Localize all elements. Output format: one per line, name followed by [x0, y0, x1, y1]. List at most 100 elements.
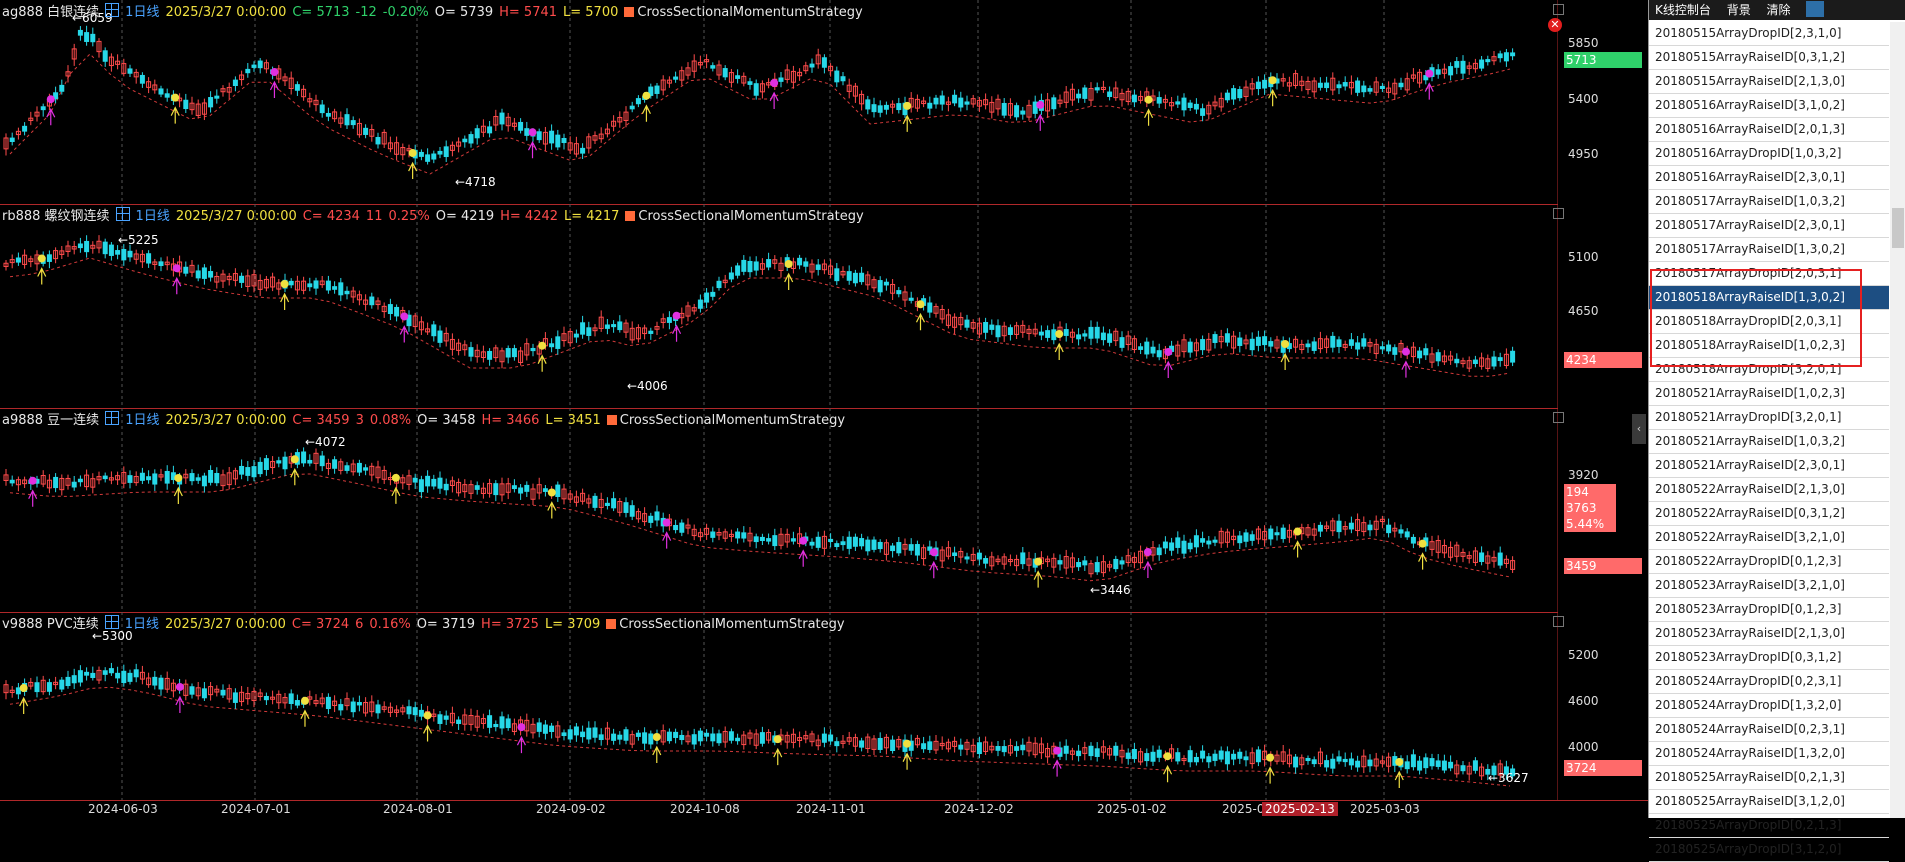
candlestick-chart[interactable]: ←4072 ←3446 [0, 408, 1558, 612]
list-item[interactable]: 20180522ArrayRaiseID[3,2,1,0] [1649, 526, 1889, 550]
list-item[interactable]: 20180522ArrayRaiseID[2,1,3,0] [1649, 478, 1889, 502]
chart-area[interactable]: ←6059 ←4718 ag888 白银连续 1日线 2025/3/27 0:00:0… [0, 0, 1648, 819]
kline-console-panel[interactable]: K线控制台 背景 清除 20180515ArrayDropID[2,3,1,0]… [1648, 0, 1905, 862]
price-axis-ag888[interactable]: 5850 5400 4950 5713 [1562, 0, 1648, 204]
price-axis-rb888[interactable]: 5100 4650 4234 [1562, 204, 1648, 408]
console-title[interactable]: K线控制台 [1655, 3, 1711, 17]
list-item[interactable]: 20180518ArrayRaiseID[1,0,2,3] [1649, 334, 1889, 358]
candle [1479, 55, 1485, 72]
candle [189, 683, 195, 699]
list-item[interactable]: 20180524ArrayDropID[1,3,2,0] [1649, 694, 1889, 718]
period-label[interactable]: 1日线 [125, 413, 159, 428]
change-pct: 0.16% [369, 617, 411, 632]
grid-icon[interactable] [105, 3, 120, 17]
candlestick-chart[interactable]: ←6059←4718 [0, 0, 1558, 204]
candle [115, 471, 121, 485]
candle [685, 730, 691, 745]
candle [939, 546, 945, 568]
list-item[interactable]: 20180523ArrayDropID[0,3,1,2] [1649, 646, 1889, 670]
candle [96, 38, 102, 58]
grid-icon[interactable] [115, 207, 130, 221]
candle [1404, 528, 1410, 540]
candle [865, 733, 871, 753]
list-item[interactable]: 20180517ArrayRaiseID[1,3,0,2] [1649, 238, 1889, 262]
list-item[interactable]: 20180521ArrayRaiseID[1,0,2,3] [1649, 382, 1889, 406]
clear-button[interactable]: 清除 [1767, 3, 1791, 17]
candle [908, 538, 914, 555]
time-axis[interactable]: 2024-06-03 2024-07-01 2024-08-01 2024-09… [0, 800, 1648, 819]
list-item[interactable]: 20180521ArrayDropID[3,2,0,1] [1649, 406, 1889, 430]
list-item[interactable]: 20180525ArrayDropID[3,1,2,0] [1649, 838, 1889, 862]
strategy-name[interactable]: CrossSectionalMomentumStrategy [624, 5, 862, 20]
grid-icon[interactable] [105, 411, 120, 425]
list-item[interactable]: 20180525ArrayRaiseID[3,1,2,0] [1649, 790, 1889, 814]
chart-panel-ag888[interactable]: ←6059 ←4718 ag888 白银连续 1日线 2025/3/27 0:00:0… [0, 0, 1564, 205]
high-value: H= 4242 [500, 209, 559, 224]
list-item[interactable]: 20180515ArrayRaiseID[2,1,3,0] [1649, 70, 1889, 94]
list-item[interactable]: 20180518ArrayRaiseID[1,3,0,2] [1649, 286, 1889, 310]
candle [1293, 753, 1299, 774]
candle [871, 536, 877, 553]
candle [208, 681, 214, 701]
list-item[interactable]: 20180517ArrayDropID[2,0,3,1] [1649, 262, 1889, 286]
signal-marker [1035, 100, 1045, 131]
list-item[interactable]: 20180517ArrayRaiseID[2,3,0,1] [1649, 214, 1889, 238]
candle [1249, 332, 1255, 356]
period-label[interactable]: 1日线 [125, 5, 159, 20]
list-item[interactable]: 20180516ArrayRaiseID[3,1,0,2] [1649, 94, 1889, 118]
candle [1497, 546, 1503, 569]
list-item[interactable]: 20180523ArrayRaiseID[3,2,1,0] [1649, 574, 1889, 598]
candle [499, 711, 505, 735]
candle [1001, 740, 1007, 757]
list-item[interactable]: 20180515ArrayRaiseID[0,3,1,2] [1649, 46, 1889, 70]
list-item[interactable]: 20180516ArrayRaiseID[2,0,1,3] [1649, 118, 1889, 142]
candle [1113, 81, 1119, 101]
strategy-name[interactable]: CrossSectionalMomentumStrategy [625, 209, 863, 224]
date-tick: 2024-09-02 [536, 802, 606, 816]
strategy-name[interactable]: CrossSectionalMomentumStrategy [606, 617, 844, 632]
strategy-name[interactable]: CrossSectionalMomentumStrategy [607, 413, 845, 428]
candlestick-chart[interactable]: ←5225 ←4006 [0, 204, 1558, 408]
candle [1206, 753, 1212, 769]
background-button[interactable]: 背景 [1727, 3, 1751, 17]
list-item[interactable]: 20180525ArrayRaiseID[0,2,1,3] [1649, 766, 1889, 790]
list-item[interactable]: 20180522ArrayRaiseID[0,3,1,2] [1649, 502, 1889, 526]
list-item[interactable]: 20180522ArrayDropID[0,1,2,3] [1649, 550, 1889, 574]
list-item[interactable]: 20180517ArrayRaiseID[1,0,3,2] [1649, 190, 1889, 214]
signal-list[interactable]: 20180515ArrayDropID[2,3,1,0] 20180515Arra… [1649, 22, 1889, 862]
list-item[interactable]: 20180518ArrayDropID[3,2,0,1] [1649, 358, 1889, 382]
candle [1454, 353, 1460, 368]
list-item[interactable]: 20180524ArrayDropID[0,2,3,1] [1649, 670, 1889, 694]
list-item[interactable]: 20180516ArrayRaiseID[2,3,0,1] [1649, 166, 1889, 190]
price-axis-v9888[interactable]: 5200 4600 4000 3724 [1562, 612, 1648, 800]
candle [710, 286, 716, 301]
list-item[interactable]: 20180518ArrayDropID[2,0,3,1] [1649, 310, 1889, 334]
list-item[interactable]: 20180524ArrayRaiseID[1,3,2,0] [1649, 742, 1889, 766]
candle [375, 460, 381, 484]
chart-panel-v9888[interactable]: ←5300 ←3627 v9888 PVC连续 1日线 2025/3/27 0:00:… [0, 612, 1564, 800]
collapse-panel-button[interactable]: ‹ [1632, 414, 1646, 444]
list-item[interactable]: 20180523ArrayDropID[0,1,2,3] [1649, 598, 1889, 622]
candle [1311, 77, 1317, 98]
candlestick-chart[interactable]: ←5300←3627 [0, 612, 1558, 800]
candle [598, 728, 604, 746]
list-item[interactable]: 20180524ArrayRaiseID[0,2,3,1] [1649, 718, 1889, 742]
tool-icon[interactable] [1806, 1, 1825, 17]
list-item[interactable]: 20180521ArrayRaiseID[1,0,3,2] [1649, 430, 1889, 454]
close-icon[interactable]: ✕ [1548, 18, 1562, 32]
list-item[interactable]: 20180515ArrayDropID[2,3,1,0] [1649, 22, 1889, 46]
grid-icon[interactable] [104, 615, 119, 629]
candle [914, 94, 920, 112]
candle [945, 308, 951, 329]
scrollbar[interactable] [1890, 22, 1905, 818]
period-label[interactable]: 1日线 [136, 209, 170, 224]
candle [896, 286, 902, 298]
chart-panel-a9888[interactable]: ←4072 ←3446 a9888 豆一连续 1日线 2025/3/27 0:00:0… [0, 408, 1564, 613]
scrollbar-thumb[interactable] [1892, 208, 1904, 248]
chart-panel-rb888[interactable]: ←5225 ←4006 rb888 螺纹钢连续 1日线 2025/3/27 0:00:… [0, 204, 1564, 409]
list-item[interactable]: 20180516ArrayDropID[1,0,3,2] [1649, 142, 1889, 166]
list-item[interactable]: 20180523ArrayRaiseID[2,1,3,0] [1649, 622, 1889, 646]
period-label[interactable]: 1日线 [125, 617, 159, 632]
list-item[interactable]: 20180521ArrayRaiseID[2,3,0,1] [1649, 454, 1889, 478]
candle [1392, 344, 1398, 361]
